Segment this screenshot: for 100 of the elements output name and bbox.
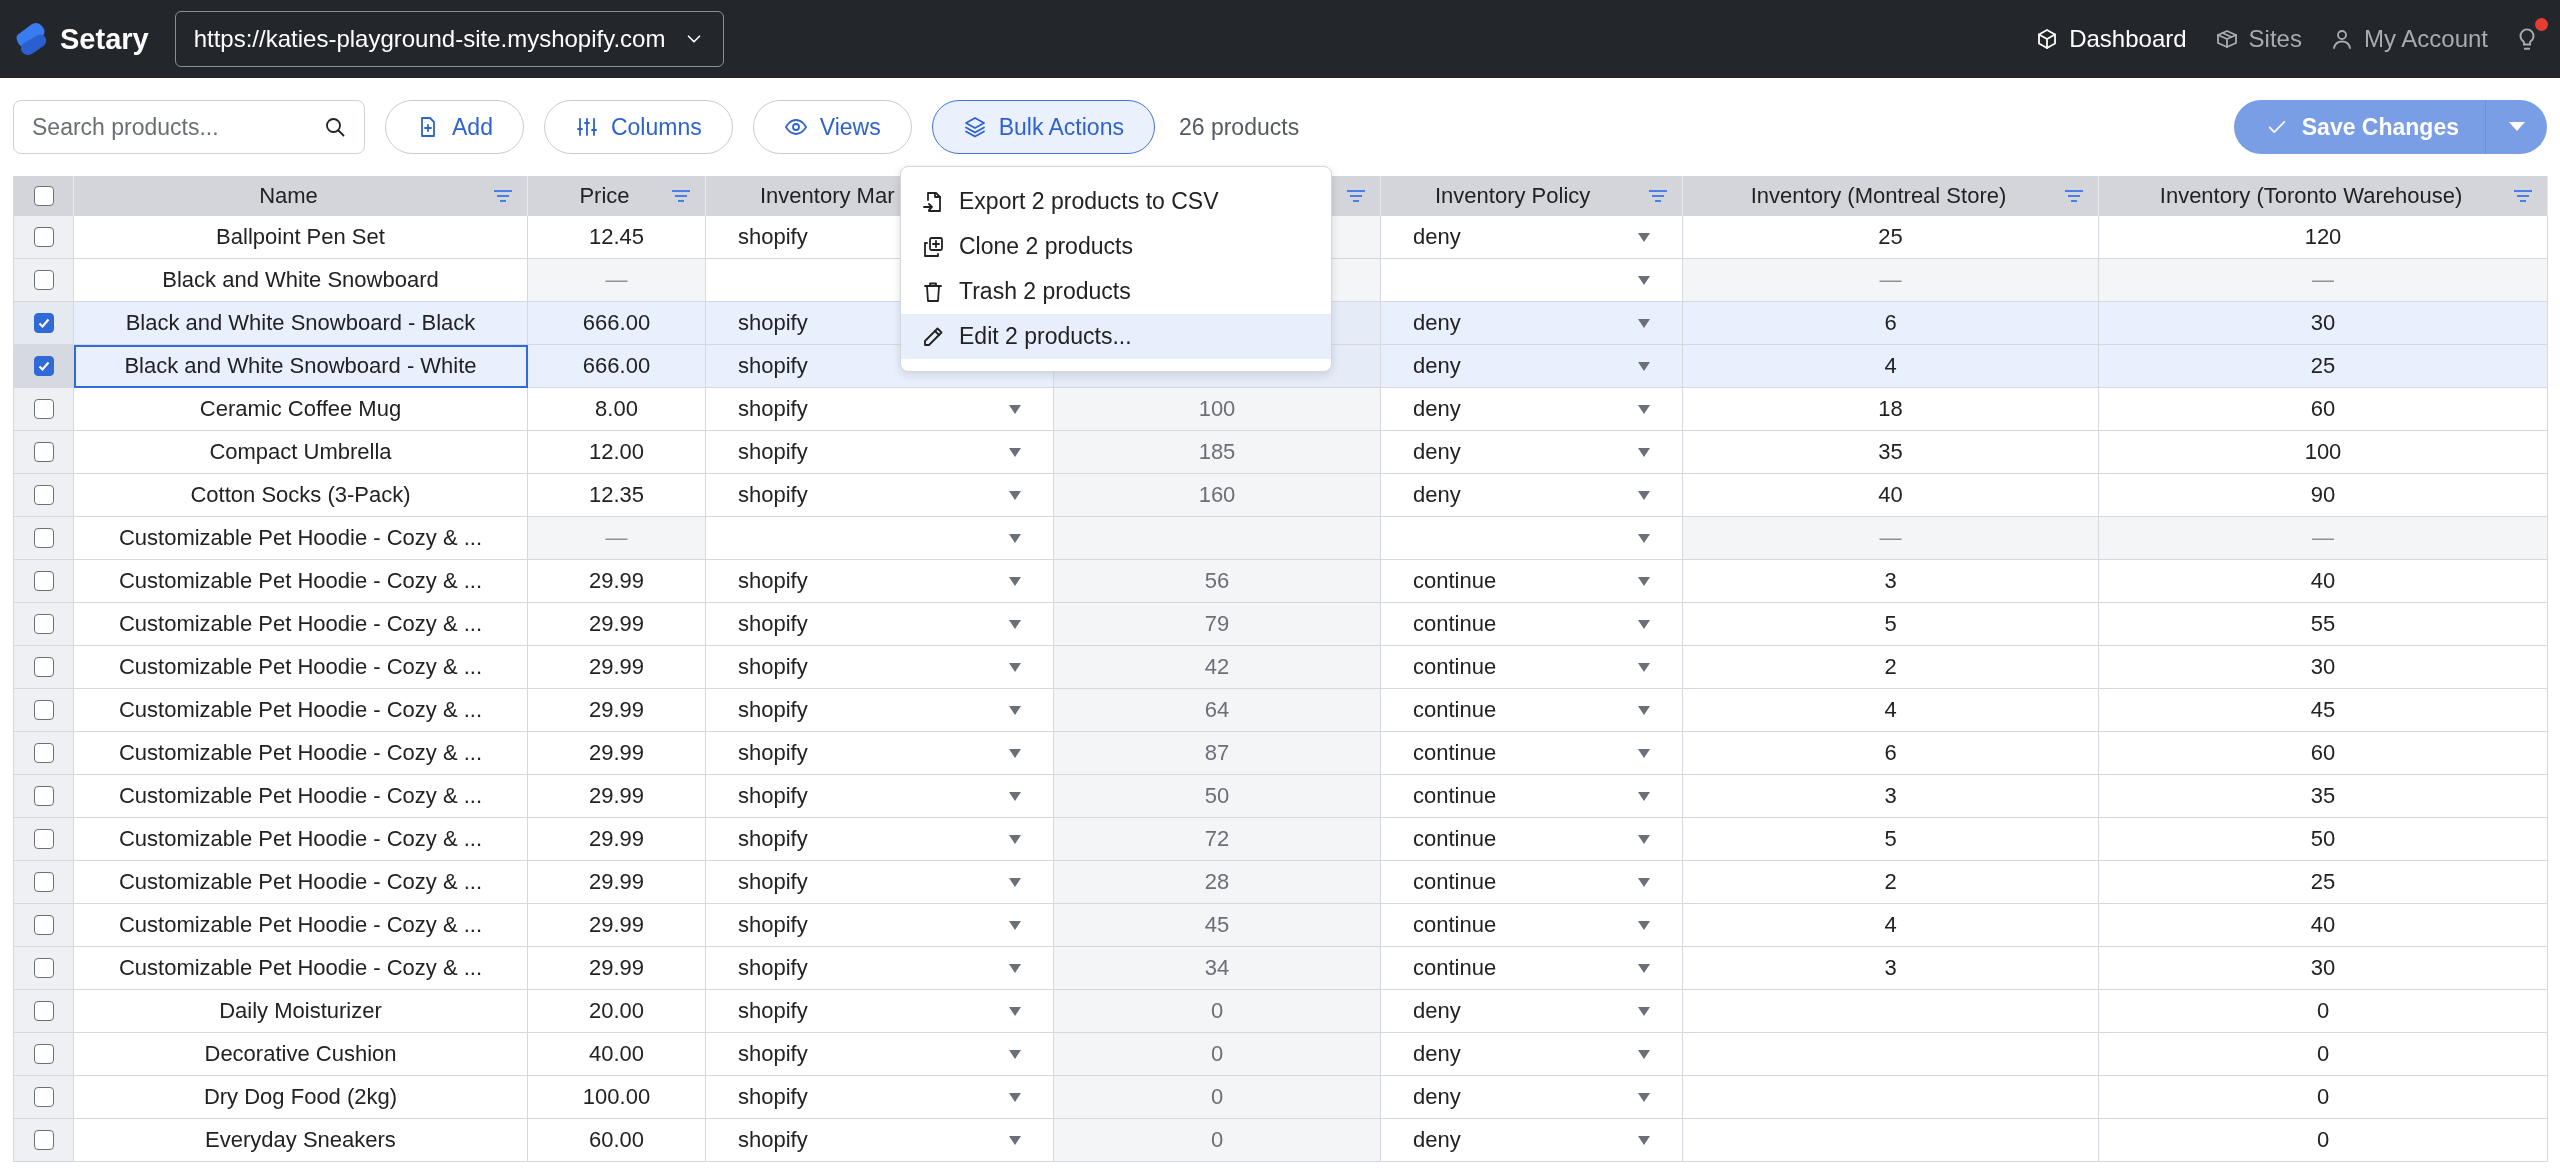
table-cell: 4 xyxy=(1683,345,2099,388)
table-cell: 50 xyxy=(2099,818,2548,861)
table-cell: 29.99 xyxy=(528,603,706,646)
table-cell: 0 xyxy=(2099,990,2548,1033)
table-cell: 29.99 xyxy=(528,818,706,861)
table-cell: 40 xyxy=(2099,904,2548,947)
table-cell: 29.99 xyxy=(528,947,706,990)
column-header: Inventory Policy xyxy=(1381,176,1683,216)
table-cell: 50 xyxy=(1054,775,1381,818)
table-cell: Cotton Socks (3-Pack) xyxy=(74,474,528,517)
column-header: Inventory (Montreal Store) xyxy=(1683,176,2099,216)
table-cell: Customizable Pet Hoodie - Cozy & ... xyxy=(74,689,528,732)
table-cell: 28 xyxy=(1054,861,1381,904)
table-cell: — xyxy=(2099,259,2548,302)
table-cell: 29.99 xyxy=(528,646,706,689)
table-cell: 42 xyxy=(1054,646,1381,689)
table-cell: 3 xyxy=(1683,775,2099,818)
table-cell: 5 xyxy=(1683,603,2099,646)
table-cell: Compact Umbrella xyxy=(74,431,528,474)
table-cell: — xyxy=(1683,517,2099,560)
table-cell: Black and White Snowboard xyxy=(74,259,528,302)
table-cell: Customizable Pet Hoodie - Cozy & ... xyxy=(74,560,528,603)
table-cell: 45 xyxy=(2099,689,2548,732)
table-cell: 3 xyxy=(1683,560,2099,603)
table-cell: 29.99 xyxy=(528,732,706,775)
column-header: Name xyxy=(74,176,528,216)
table-cell: 40 xyxy=(2099,560,2548,603)
table-cell: 55 xyxy=(2099,603,2548,646)
table-cell: 60 xyxy=(2099,732,2548,775)
table-cell: 20.00 xyxy=(528,990,706,1033)
table-cell: Customizable Pet Hoodie - Cozy & ... xyxy=(74,603,528,646)
table-cell: 6 xyxy=(1683,732,2099,775)
table-cell: 100 xyxy=(2099,431,2548,474)
table-cell: 35 xyxy=(1683,431,2099,474)
table-cell: 60 xyxy=(2099,388,2548,431)
table-cell: Ballpoint Pen Set xyxy=(74,216,528,259)
table-cell: 160 xyxy=(1054,474,1381,517)
table-cell: 34 xyxy=(1054,947,1381,990)
table-cell: 12.00 xyxy=(528,431,706,474)
table-cell: 666.00 xyxy=(528,302,706,345)
table-cell: 666.00 xyxy=(528,345,706,388)
table-cell: 29.99 xyxy=(528,560,706,603)
table-cell: 0 xyxy=(2099,1076,2548,1119)
table-cell: 0 xyxy=(2099,1119,2548,1162)
table-cell: 45 xyxy=(1054,904,1381,947)
table-cell: 6 xyxy=(1683,302,2099,345)
table-cell: 25 xyxy=(2099,345,2548,388)
table-cell: 4 xyxy=(1683,904,2099,947)
table-cell: 185 xyxy=(1054,431,1381,474)
table-cell: 3 xyxy=(1683,947,2099,990)
table-cell: 0 xyxy=(1054,1119,1381,1162)
table-cell: 25 xyxy=(1683,216,2099,259)
table-cell: 100.00 xyxy=(528,1076,706,1119)
brand-name: Setary xyxy=(60,22,149,56)
table-cell: Customizable Pet Hoodie - Cozy & ... xyxy=(74,947,528,990)
table-cell: 40 xyxy=(1683,474,2099,517)
table-cell: Daily Moisturizer xyxy=(74,990,528,1033)
table-cell: 30 xyxy=(2099,302,2548,345)
product-count: 26 products xyxy=(1178,113,1300,141)
table-cell: Ceramic Coffee Mug xyxy=(74,388,528,431)
table-cell: Everyday Sneakers xyxy=(74,1119,528,1162)
table-cell: 90 xyxy=(2099,474,2548,517)
table-cell: Customizable Pet Hoodie - Cozy & ... xyxy=(74,646,528,689)
table-cell: Customizable Pet Hoodie - Cozy & ... xyxy=(74,775,528,818)
table-cell: 64 xyxy=(1054,689,1381,732)
column-header: Inventory (Toronto Warehouse) xyxy=(2099,176,2548,216)
table-cell: Dry Dog Food (2kg) xyxy=(74,1076,528,1119)
table-cell: Customizable Pet Hoodie - Cozy & ... xyxy=(74,818,528,861)
table-cell: 0 xyxy=(1054,990,1381,1033)
table-cell: Customizable Pet Hoodie - Cozy & ... xyxy=(74,517,528,560)
table-cell: 2 xyxy=(1683,646,2099,689)
table-cell: — xyxy=(528,259,706,302)
table-cell: — xyxy=(2099,517,2548,560)
table-cell: 25 xyxy=(2099,861,2548,904)
table-cell: 0 xyxy=(1054,1033,1381,1076)
table-cell: — xyxy=(1683,259,2099,302)
table-cell: 29.99 xyxy=(528,904,706,947)
column-header: Price xyxy=(528,176,706,216)
table-cell: 30 xyxy=(2099,646,2548,689)
table-cell: 29.99 xyxy=(528,689,706,732)
table-cell: 18 xyxy=(1683,388,2099,431)
table-cell: 72 xyxy=(1054,818,1381,861)
table-cell: Black and White Snowboard - White xyxy=(74,345,528,388)
table-cell: 29.99 xyxy=(528,861,706,904)
table-cell: 60.00 xyxy=(528,1119,706,1162)
table-cell: 12.45 xyxy=(528,216,706,259)
table-cell: 5 xyxy=(1683,818,2099,861)
table-cell: Black and White Snowboard - Black xyxy=(74,302,528,345)
table-cell: 35 xyxy=(2099,775,2548,818)
table-cell: 56 xyxy=(1054,560,1381,603)
table-cell: Decorative Cushion xyxy=(74,1033,528,1076)
table-cell: 100 xyxy=(1054,388,1381,431)
table-cell: 87 xyxy=(1054,732,1381,775)
table-cell: 0 xyxy=(2099,1033,2548,1076)
table-cell: 120 xyxy=(2099,216,2548,259)
table-cell: 30 xyxy=(2099,947,2548,990)
table-cell: Customizable Pet Hoodie - Cozy & ... xyxy=(74,904,528,947)
table-cell: 0 xyxy=(1054,1076,1381,1119)
table-cell: 8.00 xyxy=(528,388,706,431)
table-cell: 12.35 xyxy=(528,474,706,517)
